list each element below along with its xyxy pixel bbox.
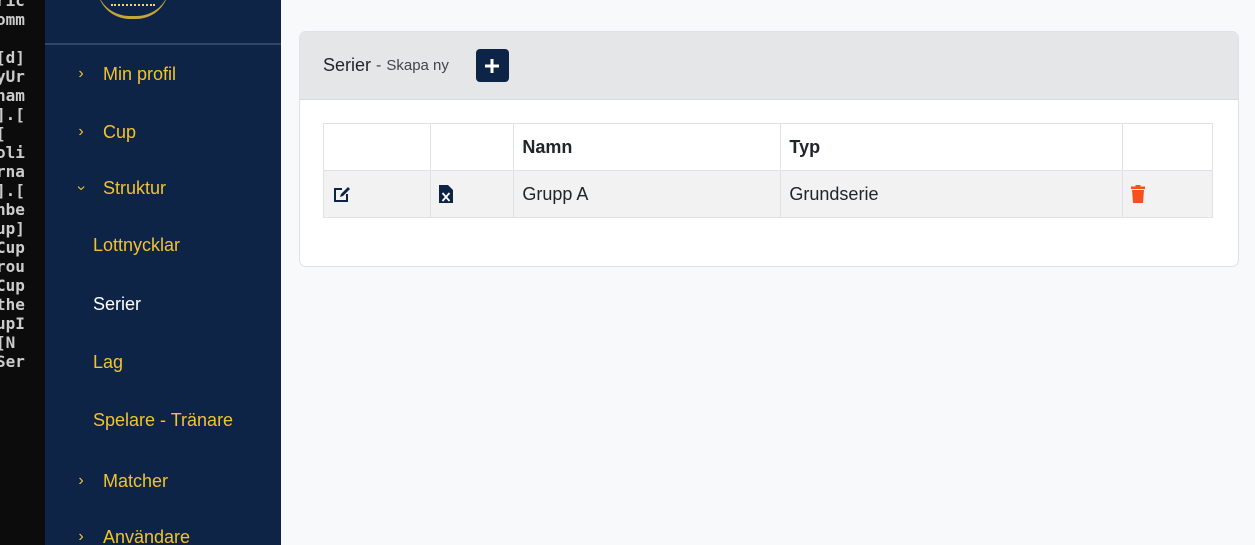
chevron-right-icon: › [78,528,84,545]
sidebar-subitem-lag[interactable]: Lag [93,342,123,382]
terminal-line: omm [0,10,25,29]
card-subtitle: Skapa ny [386,57,449,74]
series-card: Serier - Skapa ny Namn Typ Grupp A Grund… [299,31,1239,267]
delete-cell [1122,170,1213,218]
export-cell [429,170,515,218]
terminal-line: rou [0,257,25,276]
table-header-row: Namn Typ [323,123,1213,171]
title-separator: - [376,56,382,74]
terminal-line: [d] [0,48,25,67]
card-header: Serier - Skapa ny [300,32,1238,100]
terminal-line: rna [0,162,25,181]
divider [45,43,281,45]
edit-icon[interactable] [332,185,352,203]
sidebar-item-label: Min profil [103,63,177,84]
plus-icon [485,58,500,73]
terminal-window: ricomm[d]yUrnam].[ [olirna].[nbeup]Cupro… [0,0,45,545]
sidebar-item-anvandare[interactable]: › Användare [45,517,281,545]
chevron-right-icon: › [78,123,84,140]
cell-typ: Grundserie [780,170,1124,218]
series-table: Namn Typ Grupp A Grundserie [323,123,1213,218]
column-header-edit [323,123,431,171]
terminal-text: ricomm[d]yUrnam].[ [olirna].[nbeup]Cupro… [0,0,25,371]
sidebar-item-label: Cup [103,121,137,142]
sidebar: › Min profil › Cup › Struktur Lottnyckla… [45,0,281,545]
edit-cell [323,170,431,218]
terminal-line: Cup [0,276,25,295]
sidebar-item-label: Struktur [103,177,167,198]
terminal-line: oli [0,143,25,162]
trash-icon[interactable] [1131,185,1146,203]
sidebar-item-matcher[interactable]: › Matcher [45,461,281,501]
terminal-line: the [0,295,25,314]
terminal-line: yUr [0,67,25,86]
cell-namn: Grupp A [513,170,782,218]
terminal-line: nam [0,86,25,105]
sidebar-item-cup[interactable]: › Cup [45,112,281,152]
sidebar-subitem-spelare-tranare[interactable]: Spelare - Tränare [93,400,233,440]
column-header-export [429,123,515,171]
terminal-line: Ser [0,352,25,371]
sidebar-item-struktur[interactable]: › Struktur [45,168,281,208]
terminal-line: [ [0,124,25,143]
terminal-line: nbe [0,200,25,219]
terminal-line: ].[ [0,105,25,124]
terminal-line: up] [0,219,25,238]
column-header-delete [1122,123,1213,171]
column-header-namn: Namn [513,123,782,171]
add-series-button[interactable] [475,49,509,82]
chevron-right-icon: › [78,65,84,82]
sidebar-subitem-serier[interactable]: Serier [93,284,141,324]
terminal-line: Cup [0,238,25,257]
terminal-line: [N [0,333,16,352]
terminal-line: ric [0,0,25,10]
logo [97,0,169,19]
sidebar-item-label: Användare [103,526,191,545]
sidebar-item-label: Matcher [103,470,169,491]
terminal-line: upI [0,314,25,333]
sidebar-subitem-lottnycklar[interactable]: Lottnycklar [93,225,180,265]
terminal-line: ].[ [0,181,25,200]
chevron-down-icon: › [73,185,90,191]
card-title: Serier [323,55,372,75]
excel-file-icon[interactable] [438,185,453,203]
table-row: Grupp A Grundserie [323,170,1213,218]
chevron-right-icon: › [78,472,84,489]
column-header-typ: Typ [780,123,1124,171]
sidebar-item-min-profil[interactable]: › Min profil [45,54,281,94]
